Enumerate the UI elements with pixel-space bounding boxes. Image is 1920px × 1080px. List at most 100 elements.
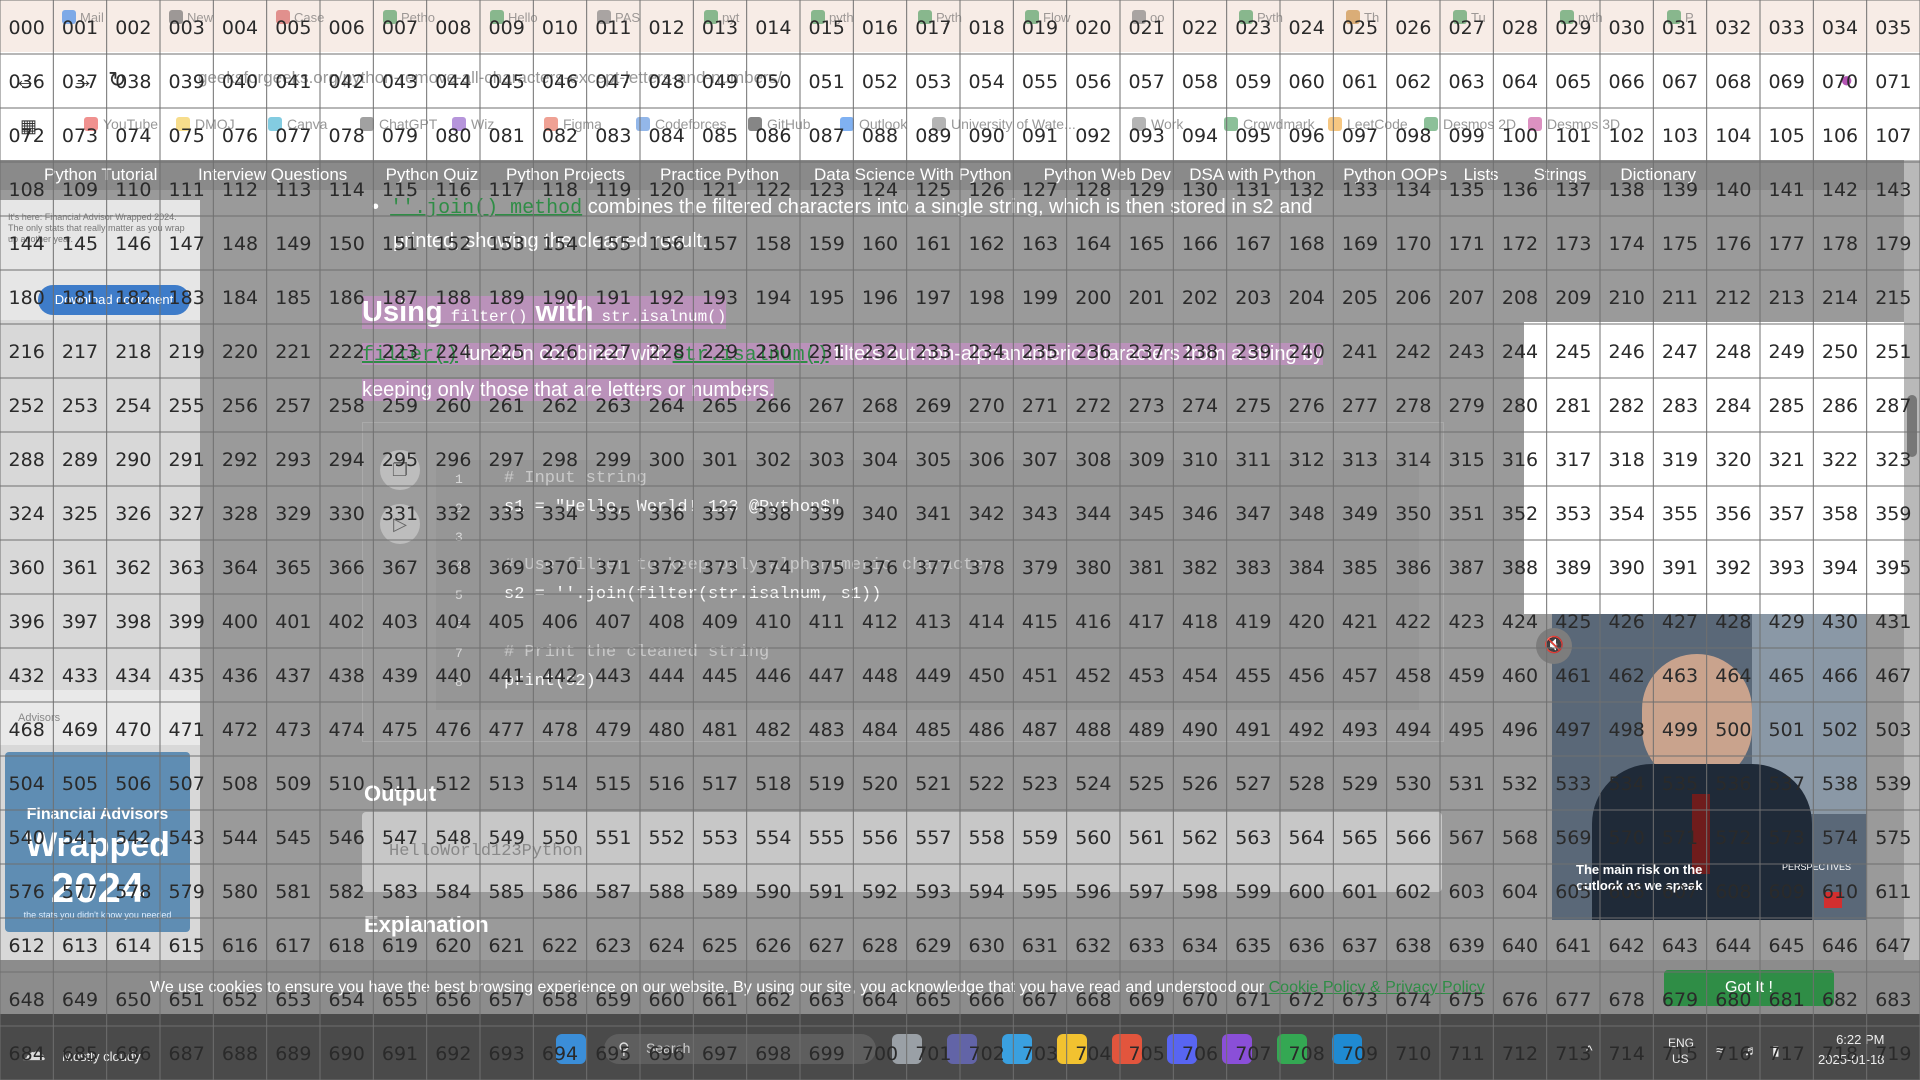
- scrollbar-thumb[interactable]: [1907, 395, 1917, 457]
- grid-cell-number: 209: [1555, 287, 1591, 309]
- taskbar-search[interactable]: ⚲ Search: [604, 1034, 876, 1064]
- forward-icon[interactable]: →: [72, 67, 94, 93]
- grid-cell-number: 276: [1289, 395, 1325, 417]
- site-nav-item[interactable]: Python OOPs: [1343, 165, 1447, 185]
- isalnum-link[interactable]: str.isalnum(): [673, 344, 829, 367]
- bookmark-item[interactable]: Work: [1132, 116, 1183, 132]
- browser-tab[interactable]: pyth: [1560, 10, 1660, 42]
- browser-tab[interactable]: Th: [1346, 10, 1446, 42]
- grid-cell-number: 617: [275, 935, 311, 957]
- grid-cell-number: 628: [862, 935, 898, 957]
- bookmark-label: Work: [1151, 116, 1184, 132]
- grid-cell-number: 603: [1449, 881, 1485, 903]
- join-method-link[interactable]: ''.join() method: [390, 197, 582, 220]
- bookmark-item[interactable]: Crowdmark: [1224, 116, 1315, 132]
- chrome-app-2-icon[interactable]: [1277, 1034, 1307, 1064]
- grid-cell-number: 364: [222, 557, 258, 579]
- chevron-up-icon[interactable]: ^: [1586, 1042, 1593, 1058]
- bookmark-item[interactable]: DMOJ: [176, 116, 235, 132]
- site-nav-item[interactable]: Python Quiz: [386, 165, 479, 185]
- url-field[interactable]: geeksforgeeks.org/python-remove-all-char…: [198, 68, 782, 88]
- browser-tab[interactable]: Flow: [1025, 10, 1125, 42]
- language-label[interactable]: ENG: [1668, 1036, 1694, 1050]
- teams-app-icon[interactable]: [947, 1034, 977, 1064]
- weather-label[interactable]: Mostly cloudy: [62, 1049, 141, 1064]
- battery-icon[interactable]: ▮: [1772, 1042, 1780, 1059]
- bookmark-label: Codeforces: [655, 116, 727, 132]
- site-nav-item[interactable]: Strings: [1534, 165, 1587, 185]
- app-purple-icon[interactable]: [1222, 1034, 1252, 1064]
- bookmark-item[interactable]: Figma: [544, 116, 602, 132]
- tab-favicon-icon: [1132, 10, 1146, 24]
- bookmark-item[interactable]: University of Wate...: [932, 116, 1076, 132]
- bookmark-item[interactable]: LeetCode: [1328, 116, 1408, 132]
- bookmark-item[interactable]: Wiz: [452, 116, 494, 132]
- browser-tab[interactable]: pyt: [704, 10, 804, 42]
- bookmark-item[interactable]: Codeforces: [636, 116, 727, 132]
- grid-cell-number: 212: [1715, 287, 1751, 309]
- grid-cell-number: 205: [1342, 287, 1378, 309]
- browser-tab[interactable]: Petho: [383, 10, 483, 42]
- bookmark-item[interactable]: YouTube: [84, 116, 158, 132]
- tab-label: P: [1685, 10, 1694, 25]
- wifi-icon[interactable]: ≈: [1716, 1042, 1724, 1058]
- bookmark-item[interactable]: GitHub: [748, 116, 811, 132]
- page-scrollbar[interactable]: [1904, 160, 1920, 1010]
- browser-tab[interactable]: Pyth: [918, 10, 1018, 42]
- browser-tab[interactable]: Tu: [1453, 10, 1553, 42]
- profile-icon[interactable]: ●: [1840, 67, 1853, 93]
- copy-icon[interactable]: ❐: [380, 450, 420, 490]
- filter-link[interactable]: filter(): [362, 344, 458, 367]
- mute-icon[interactable]: 🔇: [1536, 628, 1572, 664]
- grid-cell-number: 328: [222, 503, 258, 525]
- volume-icon[interactable]: ♬: [1744, 1042, 1758, 1058]
- site-nav-item[interactable]: Python Web Dev: [1044, 165, 1171, 185]
- bookmark-item[interactable]: Outlook: [840, 116, 907, 132]
- bookmark-item[interactable]: Desmos 3D: [1528, 116, 1620, 132]
- got-it-button[interactable]: Got It !: [1664, 970, 1834, 1006]
- browser-tab[interactable]: Pyth: [1239, 10, 1339, 42]
- reload-icon[interactable]: ↻: [108, 67, 126, 93]
- run-icon[interactable]: ▷: [380, 504, 420, 544]
- cookie-message: We use cookies to ensure you have the be…: [150, 979, 1269, 996]
- browser-tab[interactable]: PAS: [597, 10, 697, 42]
- bookmark-item[interactable]: Desmos 2D: [1424, 116, 1516, 132]
- start-icon[interactable]: [556, 1034, 586, 1064]
- explorer-app-icon[interactable]: [1057, 1034, 1087, 1064]
- site-nav-item[interactable]: Data Science With Python: [814, 165, 1011, 185]
- browser-tab[interactable]: Mail: [62, 10, 162, 42]
- browser-tab[interactable]: Hello: [490, 10, 590, 42]
- browser-tab[interactable]: oo: [1132, 10, 1232, 42]
- site-nav-item[interactable]: Python Tutorial: [44, 165, 157, 185]
- browser-tab[interactable]: P: [1667, 10, 1767, 42]
- site-nav-item[interactable]: Python Projects: [506, 165, 625, 185]
- browser-tab[interactable]: pyth: [811, 10, 911, 42]
- grid-cell-number: 515: [595, 773, 631, 795]
- browser-tab[interactable]: New: [169, 10, 269, 42]
- site-nav-item[interactable]: Practice Python: [660, 165, 779, 185]
- site-nav-item[interactable]: Lists: [1464, 165, 1499, 185]
- download-document-button[interactable]: Download document: [38, 285, 190, 315]
- clock[interactable]: 6:22 PM 2025-01-18: [1818, 1030, 1885, 1070]
- site-nav-item[interactable]: Interview Questions: [198, 165, 347, 185]
- vscode-app-icon[interactable]: [1332, 1034, 1362, 1064]
- discord-app-icon[interactable]: [1167, 1034, 1197, 1064]
- site-nav-item[interactable]: Dictionary: [1620, 165, 1696, 185]
- back-icon[interactable]: ←: [14, 67, 36, 93]
- bookmark-item[interactable]: ChatGPT: [360, 116, 437, 132]
- chrome-app-icon[interactable]: [1112, 1034, 1142, 1064]
- grid-cell-number: 174: [1609, 233, 1645, 255]
- apps-grid-icon[interactable]: ▦: [20, 116, 37, 137]
- browser-tab[interactable]: Case: [276, 10, 376, 42]
- clock-time: 6:22 PM: [1836, 1032, 1885, 1047]
- grid-cell-number: 210: [1609, 287, 1645, 309]
- grid-cell-number: 626: [755, 935, 791, 957]
- bookmark-item[interactable]: Canva: [268, 116, 327, 132]
- cookie-policy-link[interactable]: Cookie Policy & Privacy Policy: [1269, 979, 1485, 996]
- grid-cell-number: 315: [1449, 449, 1485, 471]
- video-ad[interactable]: The main risk on the outlook as we speak…: [1552, 614, 1866, 920]
- site-nav-item[interactable]: DSA with Python: [1189, 165, 1316, 185]
- wrapped-ad[interactable]: Financial Advisors Wrapped 2024 the stat…: [5, 752, 190, 932]
- files-app-icon[interactable]: [892, 1034, 922, 1064]
- copilot-app-icon[interactable]: [1002, 1034, 1032, 1064]
